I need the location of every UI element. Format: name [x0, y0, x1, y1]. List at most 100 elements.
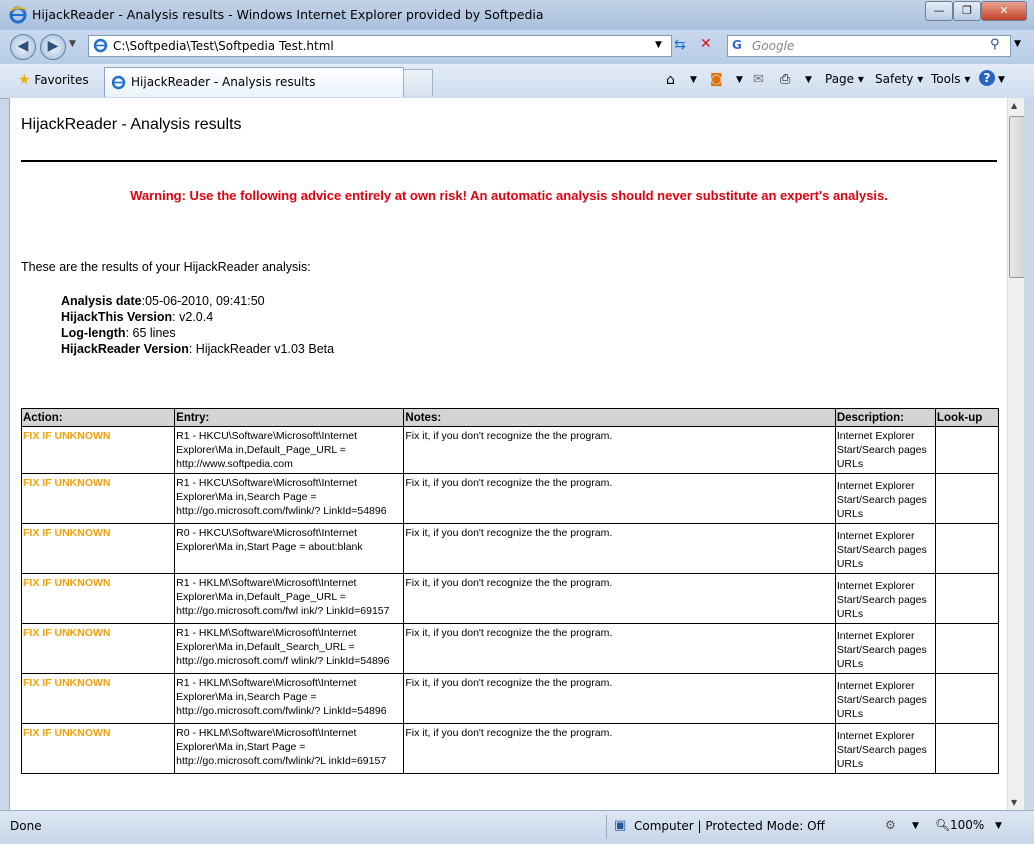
zoom-level[interactable]: 100% — [950, 818, 984, 832]
lookup-cell — [934, 426, 1000, 474]
home-icon[interactable]: ⌂ — [666, 72, 675, 88]
google-icon: G — [732, 38, 742, 52]
minimize-button[interactable]: — — [925, 1, 953, 21]
recent-pages-chevron-icon[interactable]: ▼ — [69, 39, 76, 49]
table-row: FIX IF UNKNOWN R1 - HKCU\Software\Micros… — [20, 426, 1000, 474]
action-cell: FIX IF UNKNOWN — [20, 426, 176, 474]
description-cell: Internet Explorer Start/Search pages URL… — [834, 723, 936, 774]
ie-tab-icon — [111, 75, 126, 90]
safety-menu[interactable]: Safety ▾ — [875, 72, 923, 86]
tab-analysis-results[interactable]: HijackReader - Analysis results — [104, 67, 404, 97]
status-divider — [606, 815, 607, 839]
lookup-cell — [934, 473, 1000, 524]
print-chevron-icon[interactable]: ▼ — [805, 75, 812, 85]
vertical-scrollbar[interactable]: ▲ ▼ — [1007, 98, 1025, 810]
analysis-date: Analysis date:05-06-2010, 09:41:50 — [61, 294, 265, 308]
search-options-chevron-icon[interactable]: ▼ — [1014, 39, 1021, 49]
protected-mode-icon[interactable]: ⚙ — [885, 818, 896, 832]
title-bar: HijackReader - Analysis results - Window… — [0, 0, 1034, 30]
home-chevron-icon[interactable]: ▼ — [690, 75, 697, 85]
read-mail-icon[interactable]: ✉ — [753, 72, 764, 87]
table-row: FIX IF UNKNOWN R0 - HKLM\Software\Micros… — [20, 723, 1000, 774]
title-divider — [21, 160, 997, 162]
page-content: HijackReader - Analysis results Warning:… — [9, 98, 1008, 810]
maximize-button[interactable]: ❐ — [953, 1, 981, 21]
notes-cell: Fix it, if you don't recognize the the p… — [403, 623, 836, 674]
notes-cell: Fix it, if you don't recognize the the p… — [403, 723, 836, 774]
scroll-down-icon[interactable]: ▼ — [1011, 798, 1017, 807]
warning-message: Warning: Use the following advice entire… — [130, 188, 888, 203]
description-cell: Internet Explorer Start/Search pages URL… — [834, 426, 936, 474]
description-cell: Internet Explorer Start/Search pages URL… — [834, 523, 936, 574]
feed-chevron-icon[interactable]: ▼ — [736, 75, 743, 85]
help-chevron-icon[interactable]: ▼ — [998, 75, 1005, 85]
address-dropdown-icon[interactable]: ▼ — [655, 40, 662, 50]
action-cell: FIX IF UNKNOWN — [20, 473, 176, 524]
zoom-icon[interactable]: 🔍︎ — [935, 818, 950, 832]
entry-cell: R1 - HKLM\Software\Microsoft\Internet Ex… — [174, 673, 405, 724]
ie-page-icon — [93, 38, 108, 53]
description-cell: Internet Explorer Start/Search pages URL… — [834, 573, 936, 624]
page-title: HijackReader - Analysis results — [21, 116, 242, 133]
notes-cell: Fix it, if you don't recognize the the p… — [403, 523, 836, 574]
tools-menu[interactable]: Tools ▾ — [931, 72, 970, 86]
description-cell: Internet Explorer Start/Search pages URL… — [834, 623, 936, 674]
entry-cell: R0 - HKLM\Software\Microsoft\Internet Ex… — [174, 723, 405, 774]
address-toolbar: ◀ ▶ ▼ C:\Softpedia\Test\Softpedia Test.h… — [0, 30, 1034, 64]
new-tab-button[interactable] — [403, 69, 433, 96]
scroll-up-icon[interactable]: ▲ — [1011, 101, 1017, 110]
entry-cell: R1 - HKCU\Software\Microsoft\Internet Ex… — [174, 426, 405, 474]
table-row: FIX IF UNKNOWN R0 - HKCU\Software\Micros… — [20, 523, 1000, 574]
favorites-button[interactable]: ★ Favorites — [10, 68, 97, 92]
table-row: FIX IF UNKNOWN R1 - HKLM\Software\Micros… — [20, 673, 1000, 724]
search-icon[interactable]: ⚲ — [990, 37, 1000, 52]
back-icon: ◀ — [17, 38, 29, 54]
table-row: FIX IF UNKNOWN R1 - HKCU\Software\Micros… — [20, 473, 1000, 524]
ie-logo-icon — [9, 6, 27, 24]
lookup-cell — [934, 673, 1000, 724]
print-icon[interactable]: ⎙ — [780, 72, 790, 87]
notes-cell: Fix it, if you don't recognize the the p… — [403, 673, 836, 724]
entry-cell: R1 - HKLM\Software\Microsoft\Internet Ex… — [174, 623, 405, 674]
lookup-cell — [934, 573, 1000, 624]
status-bar: Done ▣ Computer | Protected Mode: Off ⚙ … — [0, 810, 1034, 844]
forward-icon: ▶ — [47, 38, 59, 54]
stop-icon[interactable]: ✕ — [700, 36, 718, 54]
action-cell: FIX IF UNKNOWN — [20, 623, 176, 674]
tab-label: HijackReader - Analysis results — [131, 75, 316, 89]
search-placeholder: Google — [752, 39, 795, 53]
help-icon[interactable]: ? — [979, 70, 995, 86]
page-menu[interactable]: Page ▾ — [825, 72, 864, 86]
lookup-cell — [934, 623, 1000, 674]
notes-cell: Fix it, if you don't recognize the the p… — [403, 573, 836, 624]
search-input[interactable]: G Google — [727, 35, 1011, 57]
url-text: C:\Softpedia\Test\Softpedia Test.html — [113, 39, 334, 53]
description-cell: Internet Explorer Start/Search pages URL… — [834, 673, 936, 724]
forward-button[interactable]: ▶ — [40, 34, 66, 60]
rss-feed-icon[interactable]: ◙ — [710, 72, 723, 87]
close-button[interactable]: ✕ — [981, 1, 1027, 21]
description-cell: Internet Explorer Start/Search pages URL… — [834, 473, 936, 524]
favorites-star-icon: ★ — [18, 72, 31, 88]
results-table: Action: Entry: Notes: Description: Look-… — [20, 408, 1000, 774]
log-length: Log-length: 65 lines — [61, 326, 176, 340]
notes-cell: Fix it, if you don't recognize the the p… — [403, 473, 836, 524]
scroll-thumb[interactable] — [1009, 116, 1025, 278]
command-bar: ★ Favorites HijackReader - Analysis resu… — [0, 64, 1034, 99]
security-zone-text[interactable]: Computer | Protected Mode: Off — [634, 819, 825, 833]
protected-mode-chevron-icon[interactable]: ▼ — [912, 821, 919, 831]
header-entry: Entry: — [174, 408, 405, 427]
refresh-icon[interactable]: ⇆ — [674, 37, 694, 55]
action-cell: FIX IF UNKNOWN — [20, 523, 176, 574]
address-input[interactable]: C:\Softpedia\Test\Softpedia Test.html ▼ — [88, 35, 672, 57]
header-description: Description: — [834, 408, 936, 427]
entry-cell: R1 - HKCU\Software\Microsoft\Internet Ex… — [174, 473, 405, 524]
table-row: FIX IF UNKNOWN R1 - HKLM\Software\Micros… — [20, 573, 1000, 624]
header-notes: Notes: — [403, 408, 836, 427]
zoom-chevron-icon[interactable]: ▼ — [995, 821, 1002, 831]
notes-cell: Fix it, if you don't recognize the the p… — [403, 426, 836, 474]
back-button[interactable]: ◀ — [10, 34, 36, 60]
favorites-label: Favorites — [34, 73, 89, 87]
action-cell: FIX IF UNKNOWN — [20, 723, 176, 774]
hijackthis-version: HijackThis Version: v2.0.4 — [61, 310, 214, 324]
